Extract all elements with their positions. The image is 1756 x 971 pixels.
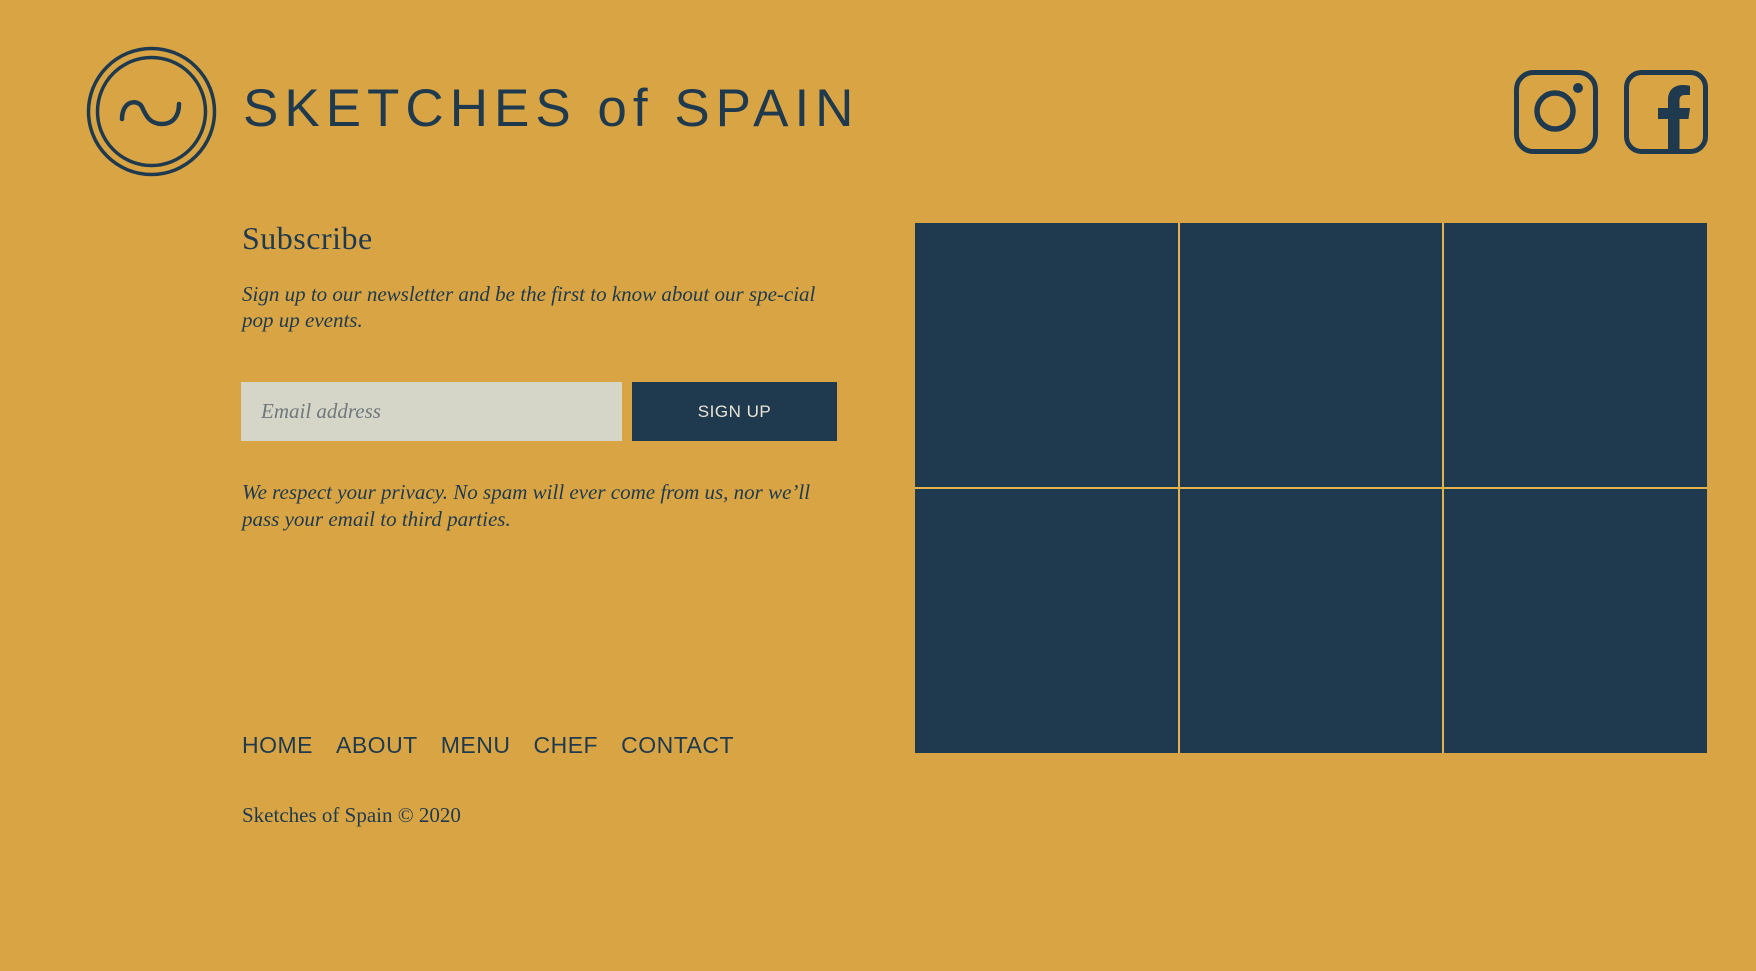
gallery-tile[interactable] (1444, 489, 1707, 753)
email-input[interactable] (241, 382, 622, 441)
facebook-icon[interactable] (1624, 70, 1708, 154)
instagram-icon[interactable] (1514, 70, 1598, 154)
gallery-tile[interactable] (1179, 223, 1443, 487)
footer-nav: HOME ABOUT MENU CHEF CONTACT (242, 731, 757, 759)
subscribe-description: Sign up to our newsletter and be the fir… (242, 282, 816, 332)
photo-gallery (915, 223, 1707, 753)
nav-item-home[interactable]: HOME (242, 731, 313, 759)
privacy-note: We respect your privacy. No spam will ev… (242, 480, 811, 531)
gallery-tile[interactable] (915, 223, 1178, 487)
gallery-tile[interactable] (1179, 489, 1443, 753)
circle-s-logo-icon[interactable] (86, 46, 217, 177)
gallery-tile[interactable] (1444, 223, 1707, 487)
nav-item-contact[interactable]: CONTACT (621, 731, 734, 759)
gallery-tile[interactable] (915, 489, 1178, 753)
nav-item-about[interactable]: ABOUT (336, 731, 418, 759)
nav-item-menu[interactable]: MENU (441, 731, 511, 759)
copyright-text: Sketches of Spain © 2020 (242, 803, 461, 827)
subscribe-heading: Subscribe (242, 220, 373, 256)
sign-up-button[interactable]: SIGN UP (632, 382, 837, 441)
brand-title[interactable]: SKETCHES of SPAIN (243, 82, 859, 135)
nav-item-chef[interactable]: CHEF (533, 731, 598, 759)
